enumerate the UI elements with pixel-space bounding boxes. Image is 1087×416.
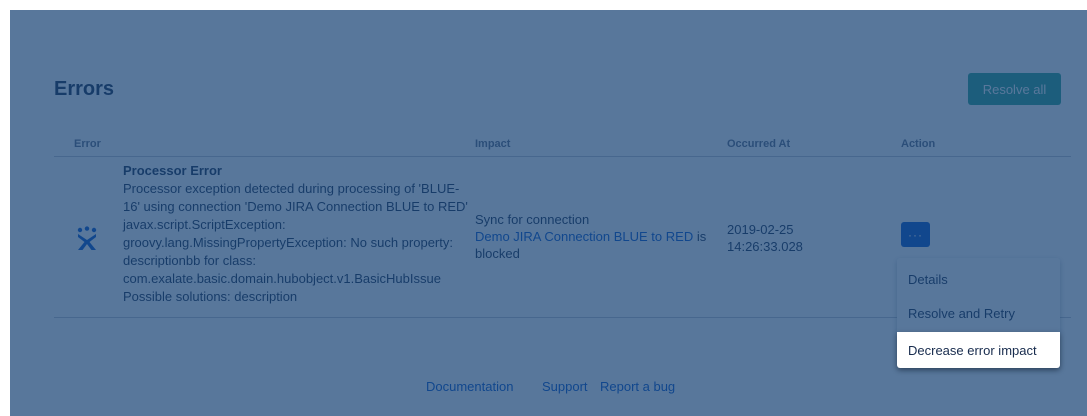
page-title: Errors <box>54 78 115 100</box>
more-actions-button[interactable]: ··· <box>901 222 930 247</box>
error-title: Processor Error <box>123 163 222 178</box>
footer-report-bug-link[interactable]: Report a bug <box>600 379 675 394</box>
resolve-all-button[interactable]: Resolve all <box>968 73 1061 105</box>
menu-item-details[interactable]: Details <box>897 262 1060 296</box>
footer-support-link[interactable]: Support <box>542 379 588 394</box>
column-header-action: Action <box>901 138 936 150</box>
connection-link[interactable]: Demo JIRA Connection BLUE to RED <box>475 229 693 244</box>
impact-cell: Sync for connection Demo JIRA Connection… <box>475 211 725 262</box>
impact-suffix-blocked: blocked <box>475 246 520 261</box>
header-divider <box>54 156 1071 157</box>
jira-logo-icon <box>77 226 97 250</box>
occurred-date: 2019-02-25 <box>727 222 794 237</box>
occurred-time: 14:26:33.028 <box>727 239 803 254</box>
footer-documentation-link[interactable]: Documentation <box>426 379 513 394</box>
column-header-impact: Impact <box>475 138 511 150</box>
occurred-at-cell: 2019-02-25 14:26:33.028 <box>727 221 837 255</box>
column-header-occurred-at: Occurred At <box>727 138 791 150</box>
column-header-error: Error <box>74 138 101 150</box>
errors-panel: Errors Resolve all Error Impact Occurred… <box>10 10 1087 416</box>
menu-item-decrease-error-impact[interactable]: Decrease error impact <box>897 332 1060 368</box>
page-frame: Errors Resolve all Error Impact Occurred… <box>10 10 1087 416</box>
menu-item-resolve-and-retry[interactable]: Resolve and Retry <box>897 296 1060 330</box>
impact-prefix: Sync for connection <box>475 212 590 227</box>
impact-suffix-is: is <box>696 229 707 244</box>
error-detail: Processor exception detected during proc… <box>123 181 468 304</box>
